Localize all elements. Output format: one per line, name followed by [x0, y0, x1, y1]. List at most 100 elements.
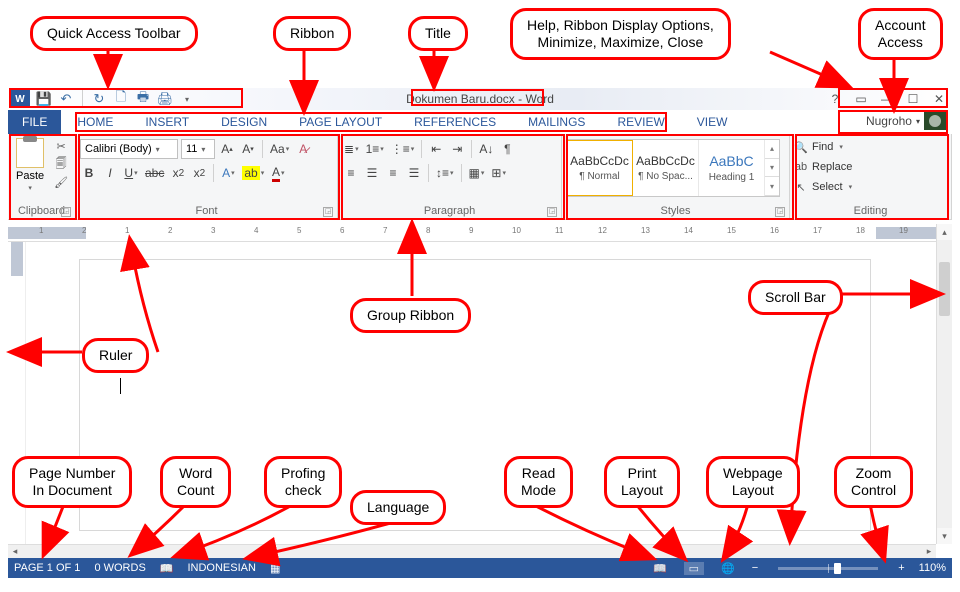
proofing-icon[interactable]: 📖	[160, 562, 174, 575]
tab-page-layout[interactable]: PAGE LAYOUT	[283, 110, 398, 134]
scroll-left-icon[interactable]: ◂	[8, 545, 22, 558]
font-family-combo[interactable]: Calibri (Body)▾	[80, 139, 178, 159]
callout-printlayout: Print Layout	[604, 456, 680, 508]
print-preview-icon[interactable]: 🖶	[135, 91, 151, 107]
zoom-out-button[interactable]: −	[752, 562, 758, 574]
bullets-button[interactable]: ≣	[342, 139, 361, 159]
maximize-icon[interactable]: ☐	[904, 91, 922, 107]
style-no-spacing[interactable]: AaBbCcDc ¶ No Spac...	[633, 140, 699, 196]
language-status[interactable]: INDONESIAN	[187, 562, 255, 574]
zoom-thumb[interactable]	[834, 563, 841, 574]
align-center-button[interactable]: ☰	[363, 163, 381, 183]
format-painter-icon[interactable]: 🖌	[52, 174, 70, 190]
print-layout-button[interactable]: ▭	[684, 562, 704, 575]
chevron-down-icon: ▾	[28, 184, 32, 192]
zoom-in-button[interactable]: +	[898, 562, 904, 574]
style-preview: AaBbC	[709, 153, 753, 169]
ruler-number: 2	[82, 226, 86, 235]
clear-formatting-button[interactable]: A̷	[294, 139, 312, 159]
replace-button[interactable]: abReplace	[794, 158, 852, 176]
vertical-scrollbar[interactable]: ▴ ▾	[936, 224, 952, 544]
read-mode-button[interactable]: 📖	[650, 562, 670, 575]
subscript-button[interactable]: x2	[169, 163, 187, 183]
scroll-down-icon[interactable]: ▾	[937, 528, 952, 544]
font-size-combo[interactable]: 11▾	[181, 139, 215, 159]
gallery-scroll[interactable]: ▴▾▾	[765, 140, 779, 196]
tab-home[interactable]: HOME	[61, 110, 129, 134]
strikethrough-button[interactable]: abc	[143, 163, 166, 183]
superscript-button[interactable]: x2	[190, 163, 208, 183]
align-left-button[interactable]: ≡	[342, 163, 360, 183]
style-heading-1[interactable]: AaBbC Heading 1	[699, 140, 765, 196]
file-tab[interactable]: FILE	[8, 110, 61, 134]
shading-button[interactable]: ▦	[467, 163, 487, 183]
new-doc-icon[interactable]: 🗋	[113, 91, 129, 107]
scroll-up-icon[interactable]: ▴	[937, 224, 952, 240]
help-icon[interactable]: ?	[826, 91, 844, 107]
shrink-font-button[interactable]: A▾	[239, 139, 257, 159]
decrease-indent-button[interactable]: ⇤	[427, 139, 445, 159]
horizontal-ruler[interactable]: 1212345678910111213141516171819	[8, 224, 936, 242]
ruler-number: 13	[641, 226, 650, 235]
bold-button[interactable]: B	[80, 163, 98, 183]
zoom-slider[interactable]	[778, 567, 878, 570]
show-marks-button[interactable]: ¶	[498, 139, 516, 159]
tab-review[interactable]: REVIEW	[601, 110, 680, 134]
horizontal-scrollbar[interactable]: ◂ ▸	[8, 544, 936, 558]
borders-button[interactable]: ⊞	[489, 163, 508, 183]
ruler-number: 16	[770, 226, 779, 235]
text-effects-button[interactable]: A	[219, 163, 237, 183]
cut-icon[interactable]: ✂	[52, 138, 70, 154]
group-paragraph: ≣ 1≡ ⋮≡ ⇤ ⇥ A↓ ¶ ≡ ☰ ≡ ☰ ↕≡ ▦ ⊞	[338, 134, 562, 219]
word-count[interactable]: 0 WORDS	[94, 562, 145, 574]
highlight-button[interactable]: ab	[240, 163, 266, 183]
line-spacing-button[interactable]: ↕≡	[434, 163, 456, 183]
tab-design[interactable]: DESIGN	[205, 110, 283, 134]
page-number[interactable]: PAGE 1 OF 1	[14, 562, 80, 574]
sort-button[interactable]: A↓	[477, 139, 495, 159]
style-normal[interactable]: AaBbCcDc ¶ Normal	[567, 140, 633, 196]
align-right-button[interactable]: ≡	[384, 163, 402, 183]
copy-icon[interactable]: 🗐	[52, 156, 70, 172]
ruler-number: 15	[727, 226, 736, 235]
scroll-thumb[interactable]	[939, 262, 950, 316]
grow-font-button[interactable]: A▴	[218, 139, 236, 159]
tab-references[interactable]: REFERENCES	[398, 110, 512, 134]
tab-mailings[interactable]: MAILINGS	[512, 110, 601, 134]
increase-indent-button[interactable]: ⇥	[448, 139, 466, 159]
callout-ruler: Ruler	[82, 338, 149, 373]
zoom-level[interactable]: 110%	[919, 562, 946, 574]
tab-insert[interactable]: INSERT	[129, 110, 205, 134]
justify-button[interactable]: ☰	[405, 163, 423, 183]
multilevel-list-button[interactable]: ⋮≡	[389, 139, 417, 159]
change-case-button[interactable]: Aa	[268, 139, 291, 159]
account-access[interactable]: Nugroho ▾	[866, 112, 946, 130]
redo-icon[interactable]: ↻	[91, 91, 107, 107]
font-color-button[interactable]: A	[269, 163, 287, 183]
text-cursor	[120, 378, 121, 394]
italic-button[interactable]: I	[101, 163, 119, 183]
save-icon[interactable]: 💾	[36, 91, 52, 107]
numbering-button[interactable]: 1≡	[364, 139, 386, 159]
ruler-number: 9	[469, 226, 473, 235]
ribbon-display-icon[interactable]: ▭	[852, 91, 870, 107]
quick-print-icon[interactable]: 🖨	[157, 91, 173, 107]
underline-button[interactable]: U	[122, 163, 140, 183]
paste-button[interactable]: Paste ▾	[12, 136, 48, 194]
dialog-launcher-icon[interactable]: ◲	[323, 207, 333, 217]
find-label: Find	[812, 141, 833, 153]
dialog-launcher-icon[interactable]: ◲	[547, 207, 557, 217]
qat-dropdown-icon[interactable]: ▾	[179, 91, 195, 107]
dialog-launcher-icon[interactable]: ◲	[775, 207, 785, 217]
scroll-right-icon[interactable]: ▸	[922, 545, 936, 558]
minimize-icon[interactable]: —	[878, 91, 896, 107]
dialog-launcher-icon[interactable]: ◲	[61, 207, 71, 217]
web-layout-button[interactable]: 🌐	[718, 562, 738, 575]
select-button[interactable]: ↖Select▾	[794, 178, 852, 196]
find-button[interactable]: 🔍Find▾	[794, 138, 852, 156]
close-icon[interactable]: ✕	[930, 91, 948, 107]
styles-gallery[interactable]: AaBbCcDc ¶ Normal AaBbCcDc ¶ No Spac... …	[566, 139, 780, 197]
tab-view[interactable]: VIEW	[681, 110, 744, 134]
undo-icon[interactable]: ↶	[58, 91, 74, 107]
macro-icon[interactable]: ▦	[270, 562, 280, 575]
